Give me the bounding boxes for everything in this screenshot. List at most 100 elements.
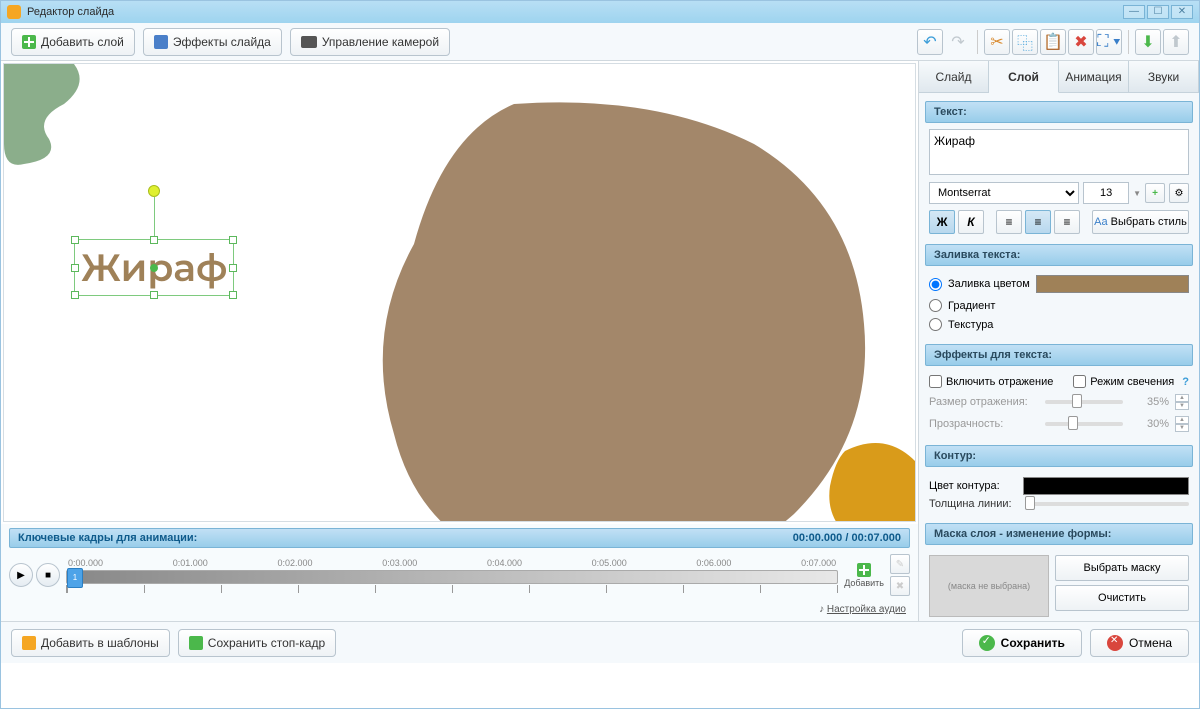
font-settings-button[interactable]: ⚙	[1169, 183, 1189, 203]
fill-section-header: Заливка текста:	[925, 244, 1193, 266]
plus-icon	[857, 563, 871, 577]
align-right-button[interactable]: ≡	[1054, 210, 1080, 234]
resize-handle-tr[interactable]	[229, 236, 237, 244]
maximize-button[interactable]: ☐	[1147, 5, 1169, 19]
spin-down[interactable]: ▼	[1175, 424, 1189, 432]
audio-settings-link[interactable]: ♪ Настройка аудио	[9, 602, 910, 617]
resize-handle-ml[interactable]	[71, 264, 79, 272]
cut-button[interactable]: ✂	[984, 29, 1010, 55]
align-center-button[interactable]: ≡	[1025, 210, 1051, 234]
contour-color-label: Цвет контура:	[929, 480, 1019, 492]
edit-keyframe-button[interactable]: ✎	[890, 554, 910, 574]
text-input[interactable]: Жираф	[929, 129, 1189, 175]
add-templates-label: Добавить в шаблоны	[41, 636, 159, 650]
tick: 0:01.000	[173, 558, 208, 568]
help-icon[interactable]: ?	[1182, 376, 1189, 388]
bottom-bar: Добавить в шаблоны Сохранить стоп-кадр С…	[1, 621, 1199, 663]
fill-color-radio[interactable]	[929, 278, 942, 291]
save-label: Сохранить	[1001, 636, 1065, 650]
tick: 0:06.000	[696, 558, 731, 568]
canvas-area: Жираф Ключевые кадры для анимации: 00:00…	[1, 61, 919, 621]
move-up-button[interactable]: ⬆	[1163, 29, 1189, 55]
undo-button[interactable]: ↶	[917, 29, 943, 55]
copy-button[interactable]: ⿻	[1012, 29, 1038, 55]
playhead[interactable]: 1	[67, 568, 83, 588]
timeline-body: ▶ ■ 0:00.000 0:01.000 0:02.000 0:03.000 …	[9, 548, 910, 602]
tab-layer[interactable]: Слой	[989, 61, 1059, 93]
font-select[interactable]: Montserrat	[929, 182, 1079, 204]
add-layer-label: Добавить слой	[41, 35, 124, 49]
titlebar: Редактор слайда — ☐ ✕	[1, 1, 1199, 23]
timeline-title: Ключевые кадры для анимации:	[18, 532, 197, 544]
camera-control-button[interactable]: Управление камерой	[290, 28, 450, 56]
fit-button[interactable]: ⛶ ▾	[1096, 29, 1122, 55]
right-panel: Слайд Слой Анимация Звуки Текст: Жираф M…	[919, 61, 1199, 621]
italic-button[interactable]: К	[958, 210, 984, 234]
tick: 0:00.000	[68, 558, 103, 568]
save-frame-label: Сохранить стоп-кадр	[208, 636, 325, 650]
text-layer-selected[interactable]: Жираф	[74, 239, 234, 296]
window-title: Редактор слайда	[27, 6, 114, 18]
separator	[977, 30, 978, 54]
reflection-size-slider[interactable]	[1045, 400, 1123, 404]
audio-link-text[interactable]: Настройка аудио	[827, 604, 906, 615]
resize-handle-tl[interactable]	[71, 236, 79, 244]
paste-button[interactable]: 📋	[1040, 29, 1066, 55]
resize-handle-tm[interactable]	[150, 236, 158, 244]
glow-checkbox[interactable]	[1073, 375, 1086, 388]
save-button[interactable]: Сохранить	[962, 629, 1082, 657]
gradient-radio[interactable]	[929, 299, 942, 312]
texture-radio[interactable]	[929, 318, 942, 331]
resize-handle-br[interactable]	[229, 291, 237, 299]
add-to-templates-button[interactable]: Добавить в шаблоны	[11, 629, 170, 657]
contour-color-swatch[interactable]	[1023, 477, 1189, 495]
check-icon	[979, 635, 995, 651]
slide-effects-button[interactable]: Эффекты слайда	[143, 28, 282, 56]
line-width-slider[interactable]	[1025, 502, 1189, 506]
tick: 0:03.000	[382, 558, 417, 568]
move-down-button[interactable]: ⬇	[1135, 29, 1161, 55]
orange-blob-shape	[815, 431, 916, 522]
spin-up[interactable]: ▲	[1175, 416, 1189, 424]
rotate-handle[interactable]	[148, 185, 160, 197]
resize-handle-mr[interactable]	[229, 264, 237, 272]
spin-down[interactable]: ▼	[1175, 402, 1189, 410]
delete-keyframe-button[interactable]: ✖	[890, 576, 910, 596]
green-blob-shape	[4, 64, 124, 184]
align-left-button[interactable]: ≡	[996, 210, 1022, 234]
resize-handle-bl[interactable]	[71, 291, 79, 299]
minimize-button[interactable]: —	[1123, 5, 1145, 19]
delete-button[interactable]: ✖	[1068, 29, 1094, 55]
redo-button[interactable]: ↷	[945, 29, 971, 55]
cancel-button[interactable]: Отмена	[1090, 629, 1189, 657]
add-layer-button[interactable]: Добавить слой	[11, 28, 135, 56]
reflection-checkbox[interactable]	[929, 375, 942, 388]
clear-mask-button[interactable]: Очистить	[1055, 585, 1189, 611]
save-frame-button[interactable]: Сохранить стоп-кадр	[178, 629, 336, 657]
fill-color-swatch[interactable]	[1036, 275, 1189, 293]
transparency-slider[interactable]	[1045, 422, 1123, 426]
play-button[interactable]: ▶	[9, 563, 33, 587]
stop-button[interactable]: ■	[36, 563, 60, 587]
canvas[interactable]: Жираф	[3, 63, 916, 522]
font-add-button[interactable]: +	[1145, 183, 1165, 203]
bold-button[interactable]: Ж	[929, 210, 955, 234]
spin-up[interactable]: ▲	[1175, 394, 1189, 402]
center-handle[interactable]	[150, 264, 158, 272]
font-size-input[interactable]	[1083, 182, 1129, 204]
choose-style-button[interactable]: AaВыбрать стиль	[1092, 210, 1189, 234]
close-button[interactable]: ✕	[1171, 5, 1193, 19]
timeline-track[interactable]: 1	[66, 570, 838, 584]
text-section-header: Текст:	[925, 101, 1193, 123]
mask-section-header: Маска слоя - изменение формы:	[925, 523, 1193, 545]
gradient-label: Градиент	[948, 300, 995, 312]
tab-slide[interactable]: Слайд	[919, 61, 989, 92]
choose-mask-button[interactable]: Выбрать маску	[1055, 555, 1189, 581]
glow-label: Режим свечения	[1090, 376, 1174, 388]
resize-handle-bm[interactable]	[150, 291, 158, 299]
tab-sounds[interactable]: Звуки	[1129, 61, 1199, 92]
slide-effects-label: Эффекты слайда	[173, 35, 271, 49]
reflection-size-value: 35%	[1129, 396, 1169, 408]
add-keyframe-button[interactable]: Добавить	[844, 563, 884, 588]
tab-animation[interactable]: Анимация	[1059, 61, 1129, 92]
